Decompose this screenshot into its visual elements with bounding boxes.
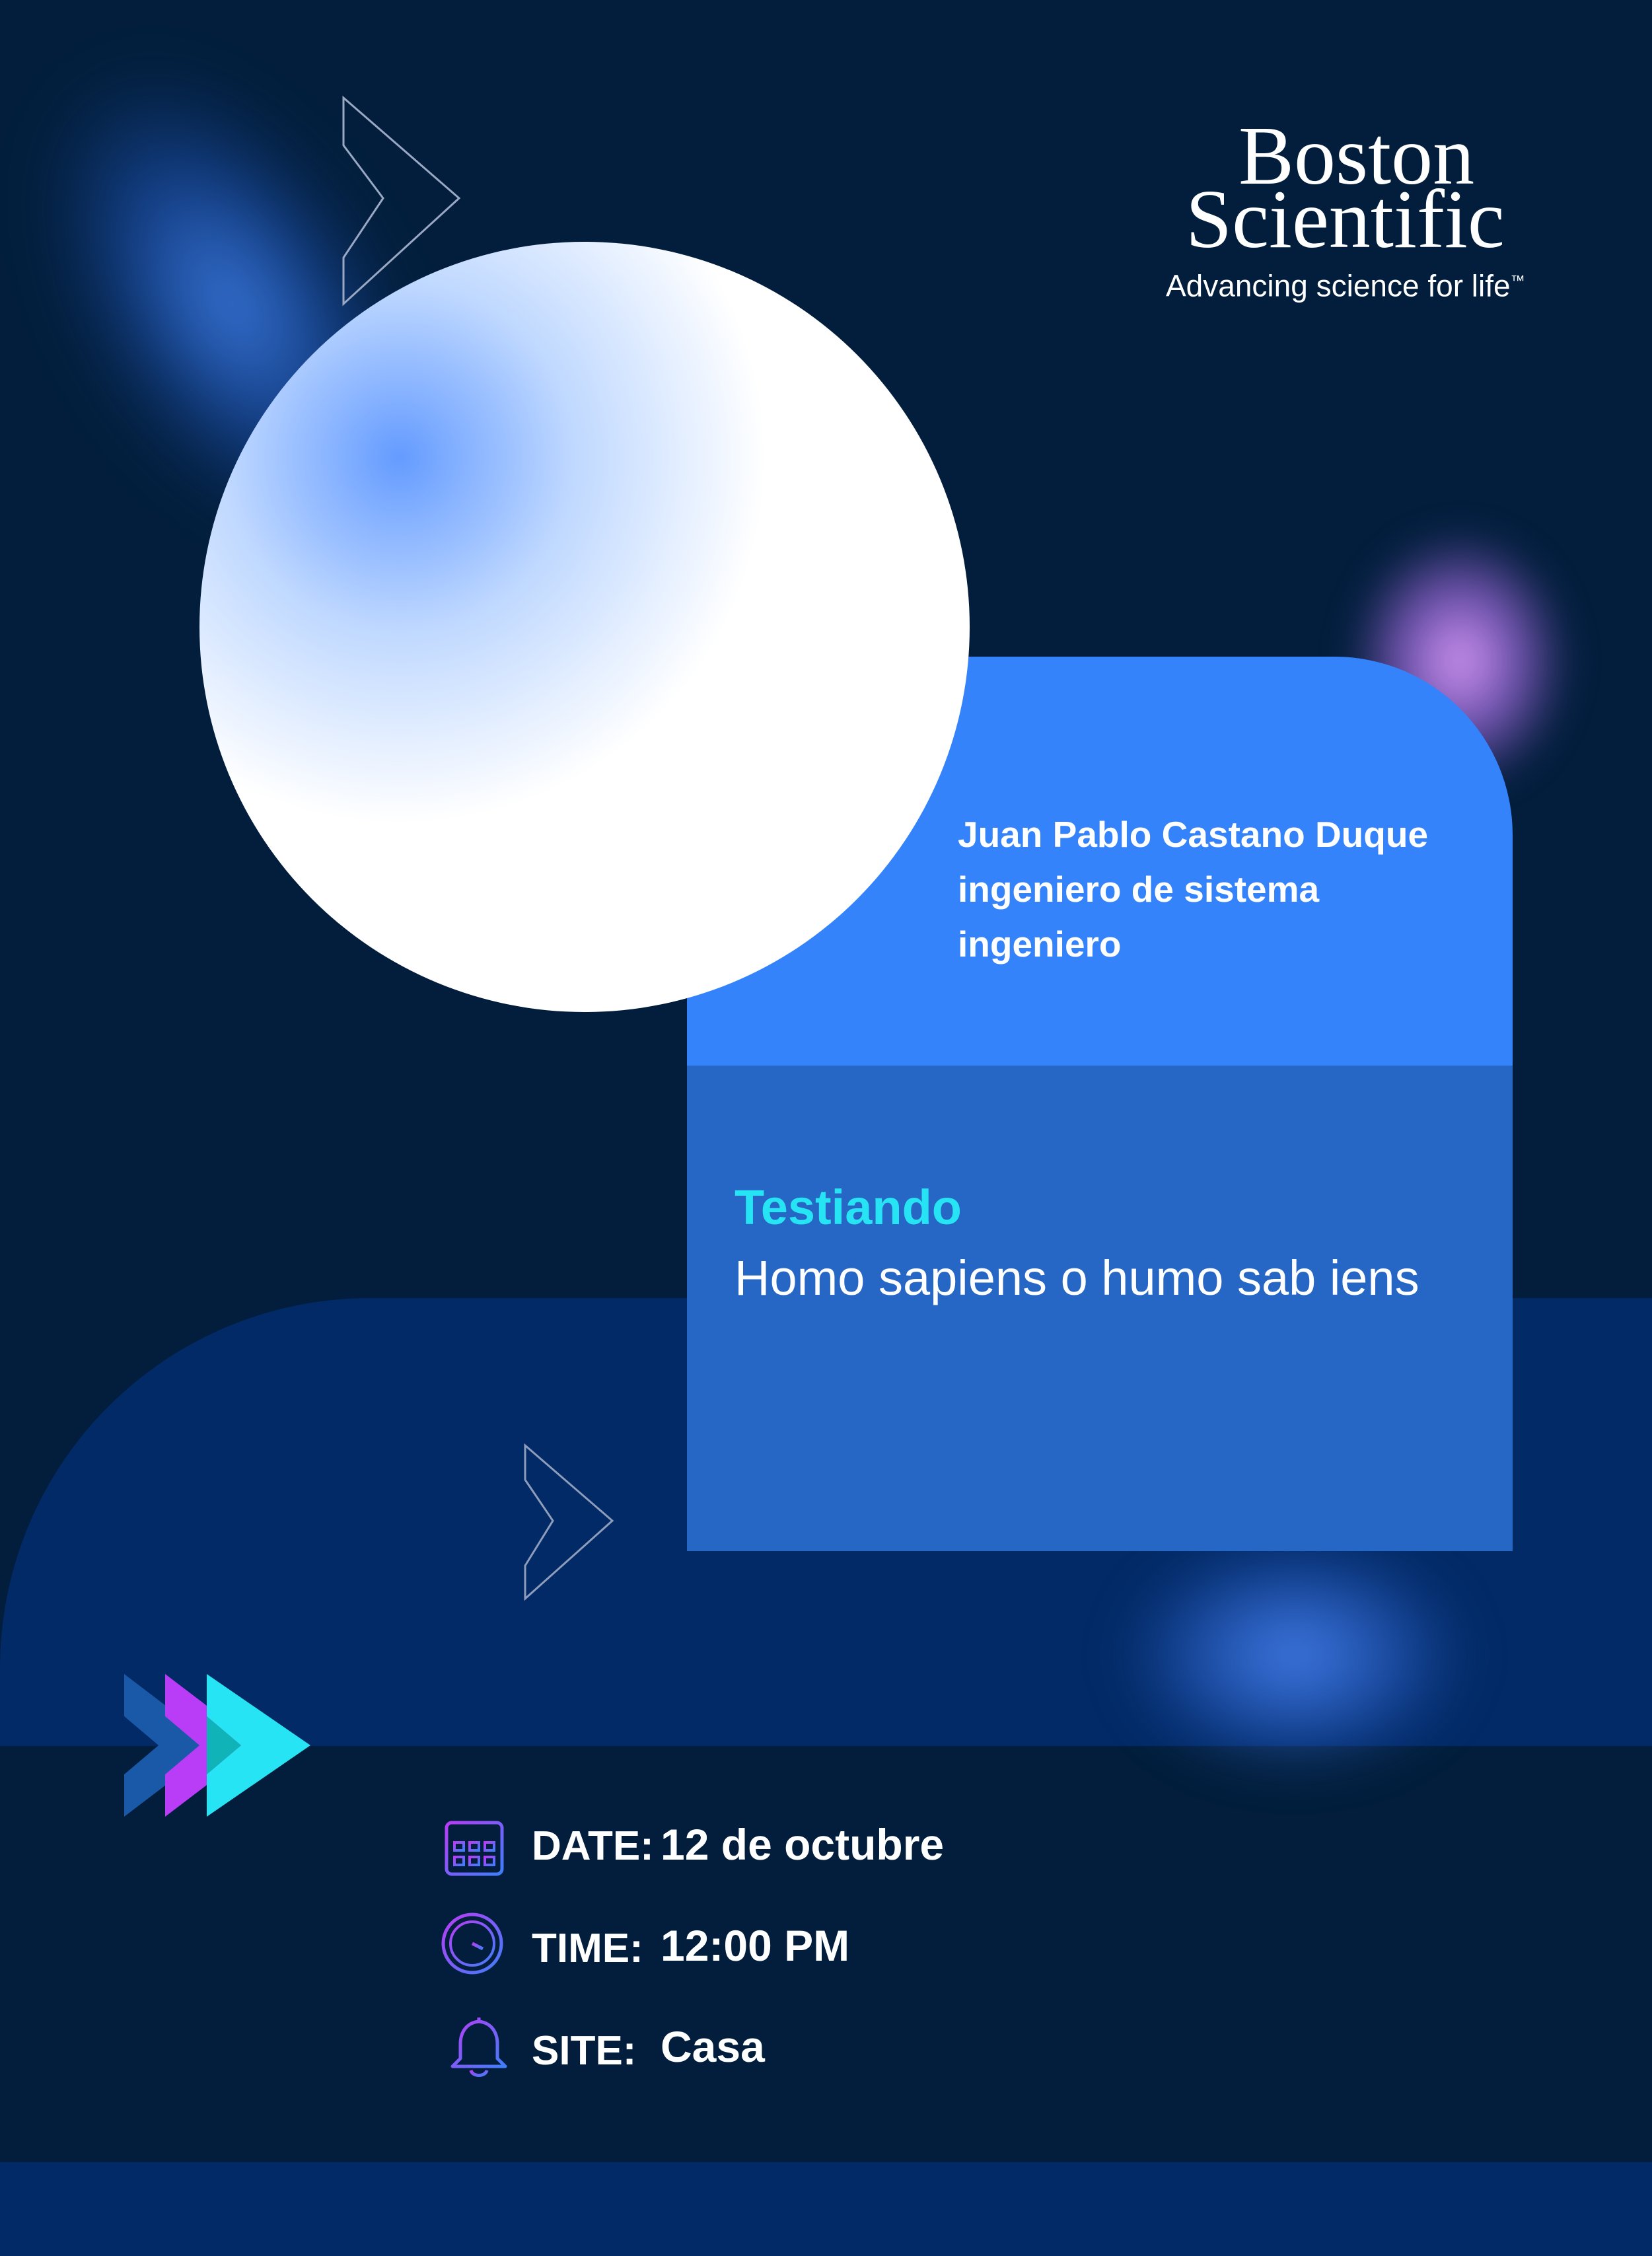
trademark-symbol: ™	[1510, 272, 1525, 289]
time-value: 12:00 PM	[661, 1921, 850, 1970]
footer-strip	[0, 2162, 1652, 2256]
speaker-info: Juan Pablo Castano Duque ingeniero de si…	[958, 807, 1499, 972]
brand-logo-line2: Scientific	[1186, 174, 1505, 266]
date-value: 12 de octubre	[661, 1820, 945, 1869]
site-label: SITE:	[532, 2028, 637, 2074]
triple-chevron-icon	[124, 1674, 310, 1817]
speaker-name: Juan Pablo Castano Duque	[958, 814, 1429, 855]
brand-tagline: Advancing science for life™	[1166, 261, 1525, 305]
speaker-title: ingeniero	[958, 924, 1122, 964]
brand-tagline-text: Advancing science for life	[1166, 268, 1511, 303]
bell-icon	[450, 2018, 507, 2077]
date-label: DATE:	[532, 1823, 654, 1869]
site-value: Casa	[661, 2022, 765, 2071]
speaker-photo-placeholder	[199, 242, 970, 1012]
time-label: TIME:	[532, 1926, 643, 1971]
chevron-outline-icon-lower	[524, 1443, 614, 1601]
clock-icon	[441, 1912, 503, 1975]
event-poster: Juan Pablo Castano Duque ingeniero de si…	[0, 0, 1652, 2256]
calendar-icon	[445, 1816, 504, 1876]
speaker-role: ingeniero de sistema	[958, 869, 1320, 910]
blue-glow-decoration-bottom	[1123, 1539, 1466, 1770]
topic-description: Homo sapiens o humo sab iens	[735, 1251, 1419, 1305]
topic-title: Testiando	[735, 1180, 962, 1235]
